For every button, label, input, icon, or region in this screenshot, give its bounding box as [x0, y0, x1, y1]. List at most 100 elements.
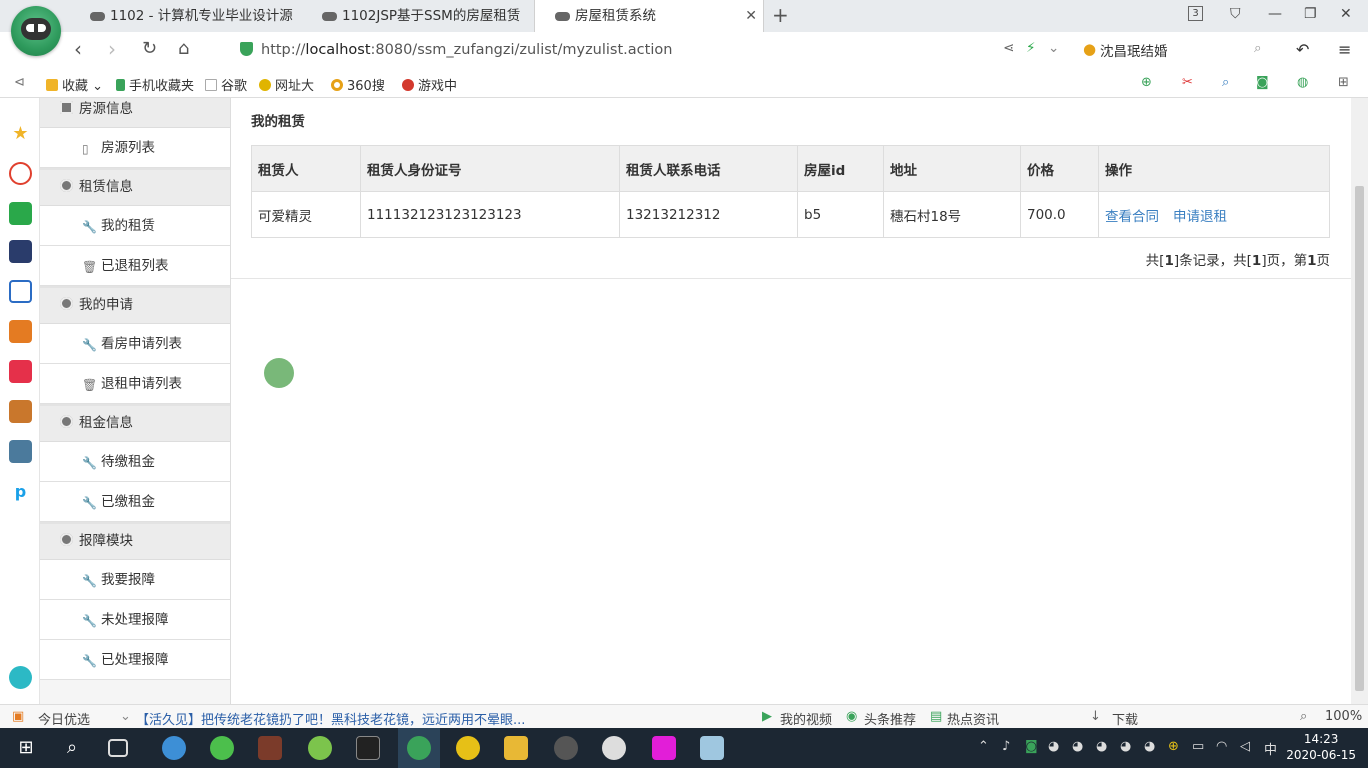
wallet-icon[interactable]: ◍: [1297, 75, 1308, 90]
yellow-app-icon[interactable]: [456, 736, 480, 760]
search-icon[interactable]: ⌕: [60, 736, 84, 760]
qq-tray-icon[interactable]: ◕: [1048, 739, 1059, 754]
collapse-sidebar-icon[interactable]: ⊲: [14, 75, 25, 90]
tab-3-active[interactable]: 房屋租赁系统 ✕: [534, 0, 764, 32]
system-clock[interactable]: 14:23 2020-06-15: [1286, 731, 1356, 763]
browser-logo-icon[interactable]: [11, 6, 61, 56]
qq-browser-icon[interactable]: [162, 736, 186, 760]
novel-app-icon[interactable]: [9, 320, 32, 343]
tray-app-icon[interactable]: ◙: [1025, 739, 1038, 754]
bookmark-games[interactable]: 游戏中: [402, 75, 457, 94]
news-app-icon[interactable]: [9, 240, 32, 263]
bookmark-mobile[interactable]: 手机收藏夹: [116, 75, 194, 94]
game2-app-icon[interactable]: [9, 440, 32, 463]
pink-app-icon[interactable]: [652, 736, 676, 760]
qq-tray-icon[interactable]: ◕: [1144, 739, 1155, 754]
chevron-down-icon[interactable]: ⌄: [120, 709, 131, 724]
folder-icon[interactable]: [504, 736, 528, 760]
scissors-icon[interactable]: ✂: [1182, 75, 1193, 90]
chevron-down-icon[interactable]: ⌄: [1048, 40, 1059, 56]
scrollbar-thumb[interactable]: [1355, 186, 1364, 691]
refresh-button[interactable]: ↻: [142, 38, 157, 60]
bookmark-360[interactable]: 360搜: [331, 75, 385, 94]
sidebar-item-house-list[interactable]: ▯ 房源列表: [40, 128, 230, 168]
url-field[interactable]: http://localhost:8080/ssm_zufangzi/zulis…: [240, 38, 1080, 62]
wifi-icon[interactable]: ◠: [1216, 739, 1227, 754]
sidebar-group-rent[interactable]: 租赁信息: [40, 168, 230, 206]
tab-counter[interactable]: 3: [1188, 6, 1203, 21]
tab-1[interactable]: 1102 - 计算机专业毕业设计源: [70, 0, 302, 32]
favorites-star-icon[interactable]: ★: [9, 122, 32, 145]
active-browser-task[interactable]: [398, 728, 440, 768]
sidebar-item-view-apply[interactable]: 🔧 看房申请列表: [40, 324, 230, 364]
plus-tray-icon[interactable]: ⊕: [1168, 739, 1179, 754]
close-tab-icon[interactable]: ✕: [745, 0, 757, 32]
search-input[interactable]: 沈昌珉结婚: [1100, 40, 1168, 60]
search-icon[interactable]: ⌕: [1254, 40, 1262, 56]
apps-grid-icon[interactable]: ⊞: [1338, 75, 1349, 90]
notification-bell-icon[interactable]: ♪: [1002, 739, 1010, 754]
view-contract-link[interactable]: 查看合同: [1105, 209, 1159, 225]
tab-2[interactable]: 1102JSP基于SSM的房屋租赁: [302, 0, 534, 32]
bookmark-favorites[interactable]: 收藏 ⌄: [46, 75, 103, 94]
red-app-icon[interactable]: [9, 360, 32, 383]
sidebar-item-report-fault[interactable]: 🔧 我要报障: [40, 560, 230, 600]
back-button[interactable]: ‹: [74, 38, 82, 60]
sidebar-item-unpaid[interactable]: 🔧 待缴租金: [40, 442, 230, 482]
ime-indicator[interactable]: 中: [1264, 739, 1277, 758]
headline-link[interactable]: 头条推荐: [864, 709, 916, 728]
game-taskbar-icon[interactable]: [258, 736, 282, 760]
document-icon[interactable]: [9, 280, 32, 303]
panda-app-icon[interactable]: [602, 736, 626, 760]
battery-icon[interactable]: ▭: [1192, 739, 1204, 754]
windows-start-icon[interactable]: ⊞: [14, 736, 38, 760]
game-app-icon[interactable]: [9, 400, 32, 423]
qq-tray-icon[interactable]: ◕: [1072, 739, 1083, 754]
sidebar-group-apply[interactable]: 我的申请: [40, 286, 230, 324]
sidebar-item-handled[interactable]: 🔧 已处理报障: [40, 640, 230, 680]
shirt-icon[interactable]: ⛉: [1230, 6, 1241, 22]
hot-news-link[interactable]: 热点资讯: [947, 709, 999, 728]
volume-icon[interactable]: ◁: [1240, 739, 1250, 754]
sidebar-item-paid[interactable]: 🔧 已缴租金: [40, 482, 230, 522]
mail-icon[interactable]: [9, 202, 32, 225]
close-window-button[interactable]: ✕: [1340, 6, 1352, 22]
dark-app-icon[interactable]: [554, 736, 578, 760]
bookmark-hao[interactable]: 网址大: [259, 75, 314, 94]
qq-tray-icon[interactable]: ◕: [1120, 739, 1131, 754]
today-picks[interactable]: 今日优选: [38, 709, 90, 728]
sidebar-item-return-apply[interactable]: 🗑 退租申请列表: [40, 364, 230, 404]
weibo-icon[interactable]: [9, 162, 32, 185]
zoom-level[interactable]: 100%: [1325, 709, 1362, 724]
translate-icon[interactable]: ⊕: [1141, 75, 1152, 90]
forward-button[interactable]: ›: [108, 38, 116, 60]
green-app-icon[interactable]: [308, 736, 332, 760]
tray-chevron-up-icon[interactable]: ⌃: [978, 739, 989, 754]
p-app-icon[interactable]: p: [9, 480, 32, 503]
my-video-link[interactable]: 我的视频: [780, 709, 832, 728]
news-ticker[interactable]: 【活久见】把传统老花镜扔了吧！黑科技老花镜，远近两用不晕眼...: [136, 709, 525, 728]
sidebar-group-house[interactable]: 房源信息: [40, 98, 230, 128]
magnifier-icon[interactable]: ⌕: [1222, 75, 1229, 90]
bookmark-google[interactable]: 谷歌: [205, 75, 247, 94]
sidebar-item-unhandled[interactable]: 🔧 未处理报障: [40, 600, 230, 640]
share-icon[interactable]: ⋖: [1003, 40, 1014, 56]
sidebar-item-my-rent[interactable]: 🔧 我的租赁: [40, 206, 230, 246]
task-view-icon[interactable]: [108, 739, 128, 757]
sidebar-group-fault[interactable]: 报障模块: [40, 522, 230, 560]
undo-icon[interactable]: ↶: [1296, 40, 1309, 59]
add-app-icon[interactable]: [9, 666, 32, 689]
apply-return-link[interactable]: 申请退租: [1173, 209, 1227, 225]
gamepad-icon[interactable]: ◙: [1256, 75, 1269, 90]
maximize-button[interactable]: ❐: [1304, 6, 1317, 22]
menu-icon[interactable]: ≡: [1338, 40, 1351, 59]
qq-tray-icon[interactable]: ◕: [1096, 739, 1107, 754]
new-tab-button[interactable]: +: [772, 4, 789, 26]
download-link[interactable]: 下载: [1112, 709, 1138, 728]
minimize-button[interactable]: —: [1268, 6, 1282, 22]
wechat-icon[interactable]: [210, 736, 234, 760]
sidebar-item-returned[interactable]: 🗑 已退租列表: [40, 246, 230, 286]
page-scrollbar[interactable]: [1351, 98, 1368, 704]
notepad-icon[interactable]: [700, 736, 724, 760]
lightning-icon[interactable]: ⚡: [1026, 40, 1035, 56]
